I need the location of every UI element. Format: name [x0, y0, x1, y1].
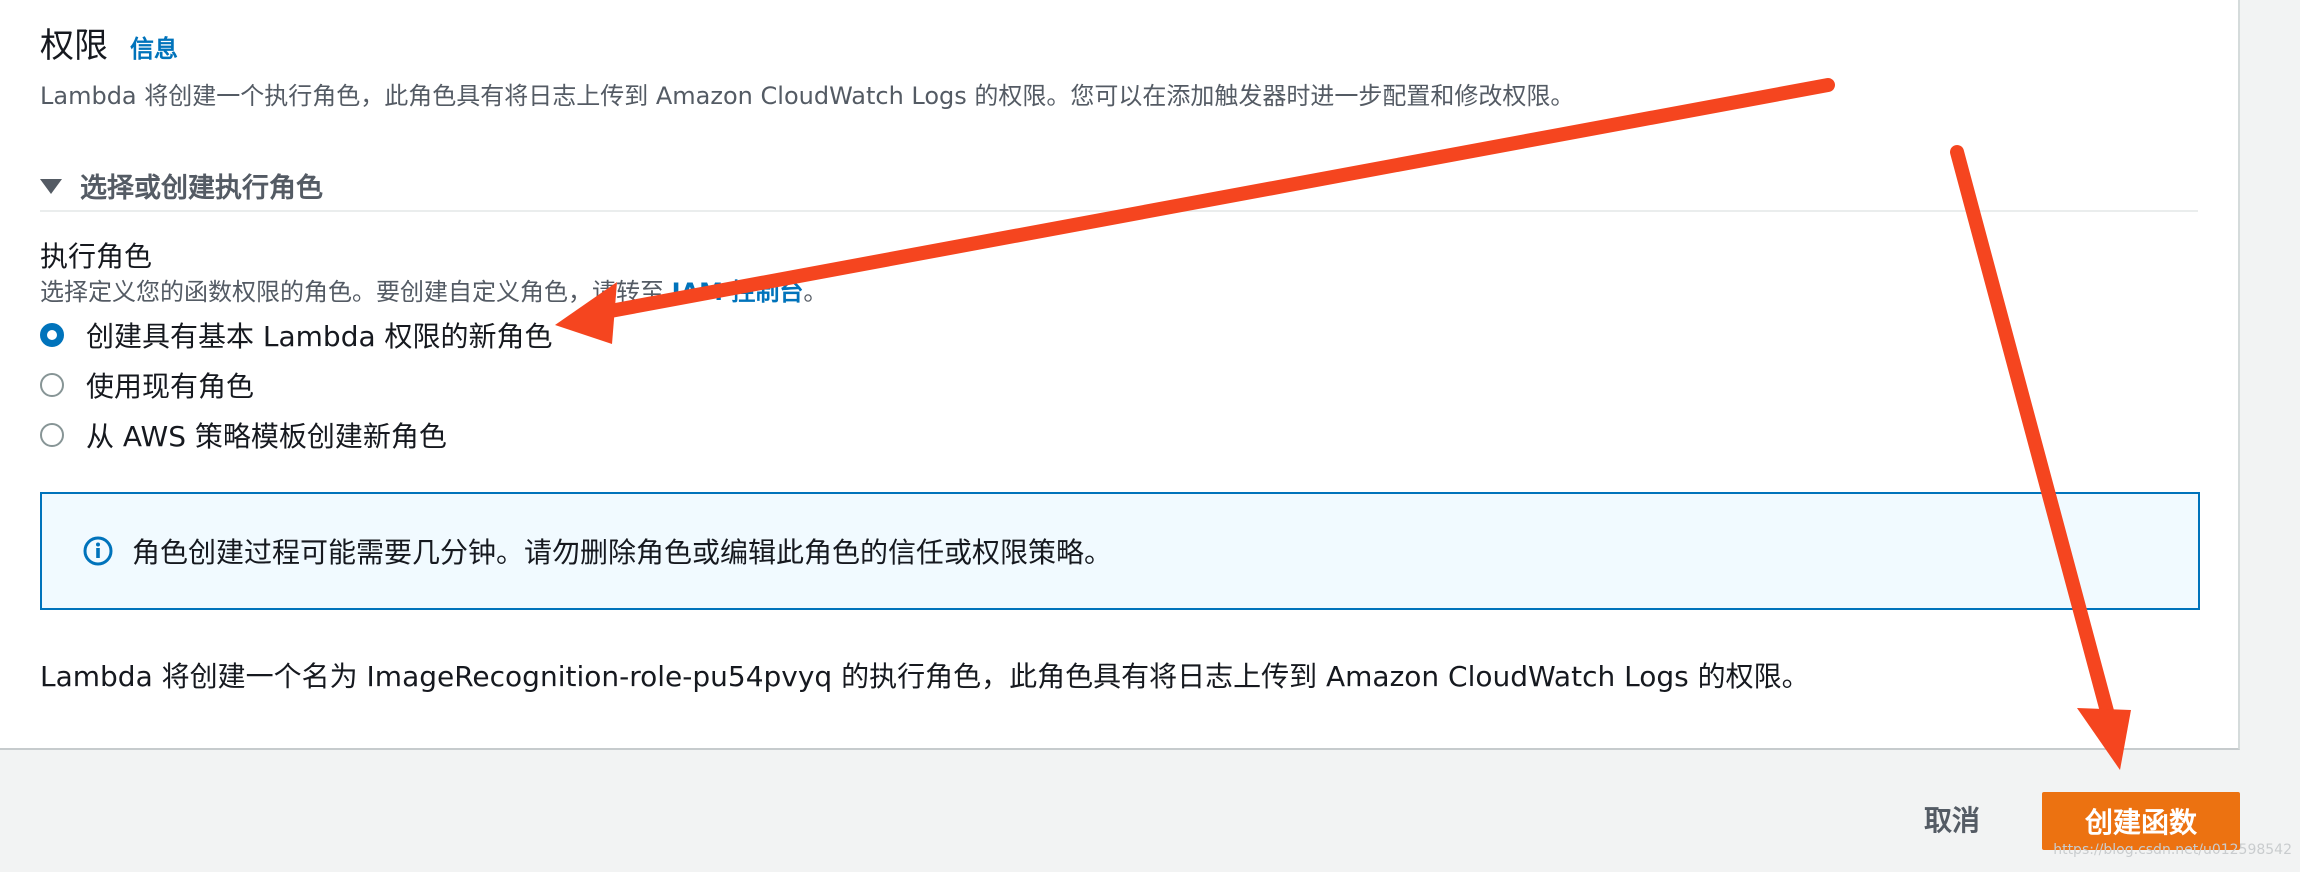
caret-down-icon	[40, 178, 62, 194]
section-title: 权限	[40, 26, 108, 66]
field-desc-suffix: 。	[803, 278, 828, 306]
radio-button[interactable]	[40, 423, 64, 447]
field-desc-prefix: 选择定义您的函数权限的角色。要创建自定义角色，请转至	[40, 278, 672, 306]
info-link[interactable]: 信息	[130, 29, 178, 64]
section-header: 权限 信息	[40, 18, 178, 67]
radio-label: 使用现有角色	[86, 370, 255, 403]
permissions-panel: 权限 信息 Lambda 将创建一个执行角色，此角色具有将日志上传到 Amazo…	[0, 0, 2240, 750]
iam-console-link[interactable]: IAM 控制台	[672, 278, 804, 306]
role-radio-group: 创建具有基本 Lambda 权限的新角色 使用现有角色 从 AWS 策略模板创建…	[40, 310, 553, 460]
radio-option-policy-template[interactable]: 从 AWS 策略模板创建新角色	[40, 410, 553, 460]
info-message: 角色创建过程可能需要几分钟。请勿删除角色或编辑此角色的信任或权限策略。	[132, 536, 1113, 569]
role-expander[interactable]: 选择或创建执行角色	[40, 160, 2198, 212]
radio-button-selected[interactable]	[40, 323, 64, 347]
radio-option-existing-role[interactable]: 使用现有角色	[40, 360, 553, 410]
footer-actions: 取消 创建函数 https://blog.csdn.net/u012598542	[0, 750, 2300, 872]
execution-role-label: 执行角色	[40, 240, 153, 273]
watermark: https://blog.csdn.net/u012598542	[2053, 842, 2292, 858]
radio-option-new-basic-role[interactable]: 创建具有基本 Lambda 权限的新角色	[40, 310, 553, 360]
role-summary: Lambda 将创建一个名为 ImageRecognition-role-pu5…	[40, 660, 1810, 693]
info-circle-icon	[83, 536, 113, 566]
radio-button[interactable]	[40, 373, 64, 397]
radio-label: 创建具有基本 Lambda 权限的新角色	[86, 320, 553, 353]
expander-label: 选择或创建执行角色	[80, 172, 323, 204]
execution-role-description: 选择定义您的函数权限的角色。要创建自定义角色，请转至 IAM 控制台。	[40, 272, 827, 307]
cancel-button[interactable]: 取消	[1900, 790, 2004, 848]
radio-label: 从 AWS 策略模板创建新角色	[86, 420, 447, 453]
section-description: Lambda 将创建一个执行角色，此角色具有将日志上传到 Amazon Clou…	[40, 82, 1575, 110]
info-alert: 角色创建过程可能需要几分钟。请勿删除角色或编辑此角色的信任或权限策略。	[40, 492, 2200, 610]
